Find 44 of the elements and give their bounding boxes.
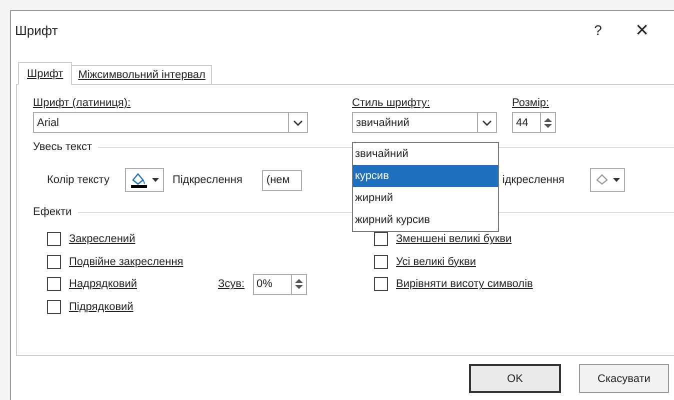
spin-arrows-icon xyxy=(294,278,303,290)
cancel-button[interactable]: Скасувати xyxy=(579,364,669,393)
chevron-icon xyxy=(293,120,303,126)
checkbox-label: Вирівняти висоту символів xyxy=(396,278,533,290)
checkbox[interactable] xyxy=(47,232,61,246)
checkbox-label: Підрядковий xyxy=(69,300,134,313)
section-heading: Ефекти xyxy=(33,206,72,218)
dropdown-option[interactable]: курсив xyxy=(353,165,498,187)
help-button[interactable]: ? xyxy=(576,15,620,45)
spin-arrows-icon xyxy=(544,116,552,128)
offset-spinner[interactable]: 0% xyxy=(252,274,307,295)
tab[interactable]: Шрифт xyxy=(18,62,72,85)
underline-color-button[interactable] xyxy=(590,168,626,192)
font-combo[interactable]: Arial xyxy=(33,112,308,133)
field-label: Шрифт (латиниця): xyxy=(33,97,132,109)
close-button[interactable]: × xyxy=(620,15,664,45)
style-combo[interactable]: звичайний xyxy=(352,112,497,133)
section-heading: Увесь текст xyxy=(33,141,92,153)
field-label: ідкреслення xyxy=(502,174,564,186)
checkbox[interactable] xyxy=(374,277,388,292)
field-label: Колір тексту xyxy=(47,174,110,186)
caret-icon xyxy=(152,178,160,182)
checkbox[interactable] xyxy=(47,254,61,269)
checkbox-label: Зменшені великі букви xyxy=(396,233,512,246)
field-label: Зсув: xyxy=(218,278,245,290)
checkbox-label: Подвійне закреслення xyxy=(69,256,184,268)
checkbox-label: Надрядковий xyxy=(69,278,138,290)
ok-button[interactable]: OK xyxy=(469,364,561,393)
checkbox[interactable] xyxy=(374,232,388,246)
checkbox[interactable] xyxy=(374,254,388,269)
tab[interactable]: Міжсимвольний інтервал xyxy=(71,65,212,85)
underline-combo[interactable]: (нем xyxy=(262,170,302,190)
checkbox-label: Закреслений xyxy=(69,233,136,246)
text-color-button[interactable] xyxy=(125,168,164,192)
chevron-icon xyxy=(482,120,492,126)
field-label: Розмір: xyxy=(512,97,550,109)
window-title: Шрифт xyxy=(15,22,59,38)
field-label: Підкреслення xyxy=(172,174,242,186)
checkbox[interactable] xyxy=(47,277,61,292)
caret-icon xyxy=(613,178,620,182)
checkbox-label: Усі великі букви xyxy=(396,256,476,268)
field-label: Стиль шрифту: xyxy=(352,97,431,109)
size-spinner[interactable]: 44 xyxy=(512,112,556,133)
checkbox[interactable] xyxy=(47,300,61,314)
